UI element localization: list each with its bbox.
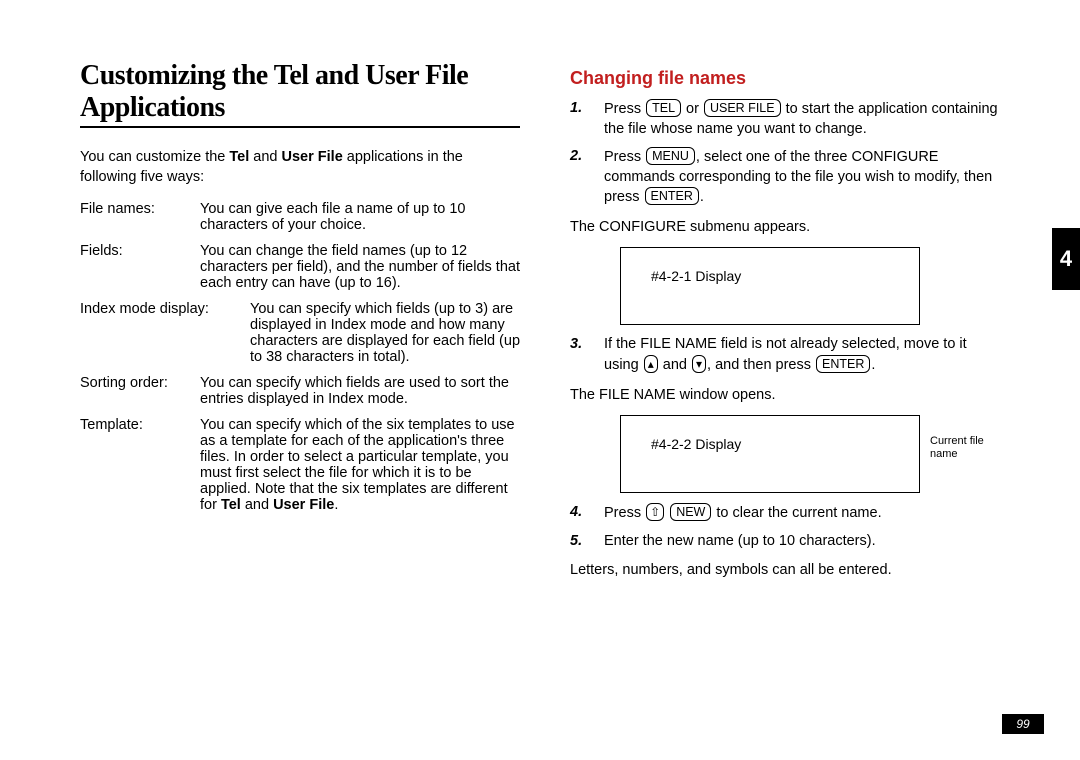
- display-wrap-2: #4-2-2 Display Current file name: [570, 415, 1000, 493]
- display-box-2: #4-2-2 Display: [620, 415, 920, 493]
- step4-post: to clear the current name.: [712, 505, 881, 521]
- display-2-text: #4-2-2 Display: [651, 436, 741, 452]
- label-sorting: Sorting order:: [80, 375, 200, 407]
- step-3: 3. If the FILE NAME field is not already…: [570, 335, 1000, 375]
- chapter-tab: 4: [1052, 228, 1080, 290]
- step-4: 4. Press ⇧ NEW to clear the current name…: [570, 503, 1000, 524]
- value-fields: You can change the field names (up to 12…: [200, 243, 520, 291]
- steps-list: 1. Press TEL or USER FILE to start the a…: [570, 99, 1000, 208]
- key-up-arrow: ▴: [644, 355, 658, 373]
- key-shift-icon: ⇧: [646, 503, 664, 521]
- key-user-file: USER FILE: [704, 99, 781, 117]
- template-text-mid: and: [241, 497, 273, 513]
- intro-text-mid: and: [249, 149, 281, 165]
- step-5: 5. Enter the new name (up to 10 characte…: [570, 532, 1000, 552]
- step-2: 2. Press MENU, select one of the three C…: [570, 147, 1000, 208]
- step-number: 3.: [570, 335, 604, 375]
- step3-mid: , and then press: [707, 357, 815, 373]
- after-step5: Letters, numbers, and symbols can all be…: [570, 561, 1000, 581]
- row-fields: Fields: You can change the field names (…: [80, 243, 520, 291]
- page-number: 99: [1002, 714, 1044, 734]
- row-sorting: Sorting order: You can specify which fie…: [80, 375, 520, 407]
- value-template: You can specify which of the six templat…: [200, 417, 520, 513]
- value-sorting: You can specify which fields are used to…: [200, 375, 520, 407]
- key-enter: ENTER: [816, 355, 870, 373]
- step3-post: .: [871, 357, 875, 373]
- step-body: Enter the new name (up to 10 characters)…: [604, 532, 1000, 552]
- step-body: Press ⇧ NEW to clear the current name.: [604, 503, 1000, 524]
- template-bold-tel: Tel: [221, 497, 241, 513]
- step-number: 5.: [570, 532, 604, 552]
- intro-paragraph: You can customize the Tel and User File …: [80, 148, 520, 187]
- step-body: Press MENU, select one of the three CONF…: [604, 147, 1000, 208]
- label-template: Template:: [80, 417, 200, 513]
- section-heading: Changing file names: [570, 68, 1000, 89]
- step2-pre: Press: [604, 149, 645, 165]
- step1-pre: Press: [604, 101, 645, 117]
- row-template: Template: You can specify which of the s…: [80, 417, 520, 513]
- after-step3: The FILE NAME window opens.: [570, 386, 1000, 406]
- value-index-mode: You can specify which fields (up to 3) a…: [250, 301, 520, 365]
- steps-list-end: 4. Press ⇧ NEW to clear the current name…: [570, 503, 1000, 551]
- step-body: Press TEL or USER FILE to start the appl…: [604, 99, 1000, 139]
- intro-text-pre: You can customize the: [80, 149, 229, 165]
- label-file-names: File names:: [80, 201, 200, 233]
- key-new: NEW: [670, 503, 711, 521]
- template-text-post: .: [334, 497, 338, 513]
- key-down-arrow: ▾: [692, 355, 706, 373]
- step-1: 1. Press TEL or USER FILE to start the a…: [570, 99, 1000, 139]
- step-body: If the FILE NAME field is not already se…: [604, 335, 1000, 375]
- intro-bold-tel: Tel: [229, 149, 249, 165]
- display-2-note: Current file name: [930, 435, 1010, 461]
- key-enter: ENTER: [645, 187, 699, 205]
- step2-post: .: [700, 189, 704, 205]
- key-tel: TEL: [646, 99, 681, 117]
- page-title: Customizing the Tel and User File Applic…: [80, 60, 520, 128]
- steps-list-cont: 3. If the FILE NAME field is not already…: [570, 335, 1000, 375]
- template-bold-userfile: User File: [273, 497, 334, 513]
- intro-bold-userfile: User File: [282, 149, 343, 165]
- step-number: 4.: [570, 503, 604, 524]
- display-1-text: #4-2-1 Display: [651, 268, 741, 284]
- row-index-mode: Index mode display: You can specify whic…: [80, 301, 520, 365]
- right-column: Changing file names 1. Press TEL or USER…: [570, 60, 1000, 720]
- after-step2: The CONFIGURE submenu appears.: [570, 218, 1000, 238]
- label-index-mode: Index mode display:: [80, 301, 250, 365]
- step-number: 1.: [570, 99, 604, 139]
- display-box-1: #4-2-1 Display: [620, 247, 920, 325]
- row-file-names: File names: You can give each file a nam…: [80, 201, 520, 233]
- step-number: 2.: [570, 147, 604, 208]
- key-menu: MENU: [646, 147, 695, 165]
- left-column: Customizing the Tel and User File Applic…: [80, 60, 520, 720]
- value-file-names: You can give each file a name of up to 1…: [200, 201, 520, 233]
- label-fields: Fields:: [80, 243, 200, 291]
- step4-pre: Press: [604, 505, 645, 521]
- step1-or: or: [682, 101, 703, 117]
- manual-page: Customizing the Tel and User File Applic…: [0, 0, 1080, 760]
- step3-and: and: [659, 357, 691, 373]
